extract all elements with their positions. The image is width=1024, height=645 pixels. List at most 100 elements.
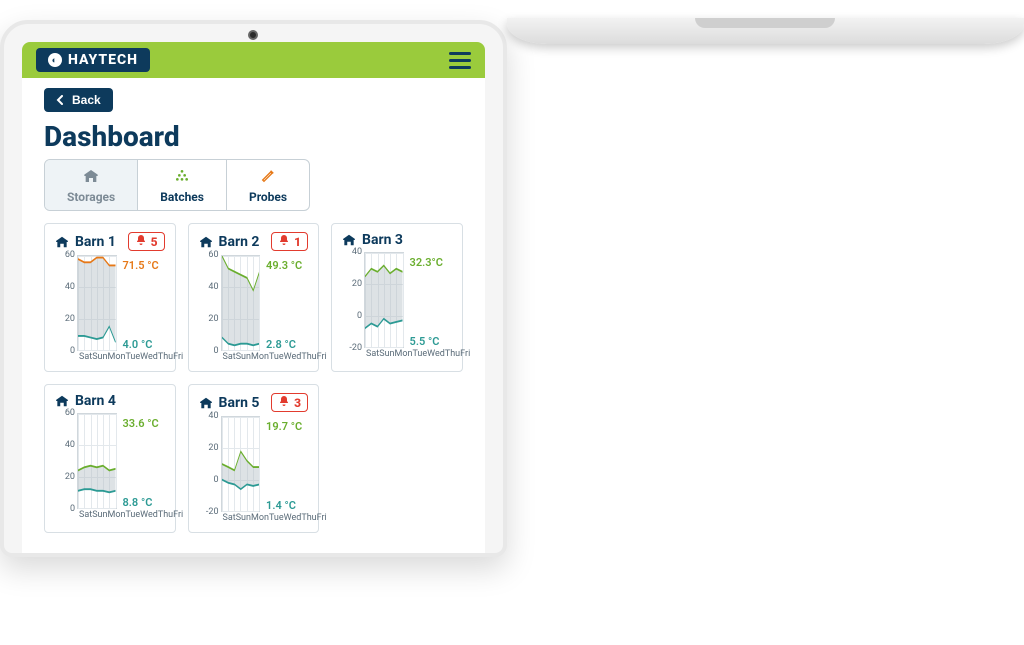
app-bar: ◐ HAYTECH: [22, 42, 485, 78]
page-body: Back Dashboard Storages Batches Probes B…: [22, 78, 485, 553]
y-axis: 0204060: [55, 255, 77, 351]
x-tick-label: Sat: [223, 513, 236, 526]
view-tabs: Storages Batches Probes: [44, 159, 310, 211]
arrow-left-icon: [56, 95, 66, 105]
barn-icon: [83, 168, 99, 187]
chart-body: 0204060 SatSunMonTueWedThuFri: [55, 255, 117, 365]
low-temp-label: 5.5 °C: [410, 335, 452, 348]
app-screen: ◐ HAYTECH Back Dashboard Storages Batche…: [22, 42, 485, 553]
alert-count: 5: [151, 235, 158, 249]
card-header: Barn 1 5: [55, 232, 165, 251]
storage-cards-grid: Barn 1 5 0204060 SatSunMonTueWedThuF: [44, 223, 463, 533]
tab-batches[interactable]: Batches: [138, 160, 227, 210]
bell-icon: [278, 234, 290, 249]
probe-icon: [260, 168, 276, 187]
x-tick-label: Sun: [92, 510, 107, 523]
x-tick-label: Sun: [379, 349, 394, 362]
card-header: Barn 2 1: [199, 232, 309, 251]
x-tick-label: Wed: [140, 510, 158, 523]
x-axis: SatSunMonTueWedThuFri: [221, 512, 261, 526]
tab-storages[interactable]: Storages: [45, 160, 138, 210]
alert-count: 1: [294, 235, 301, 249]
chart-svg: [365, 253, 403, 347]
x-tick-label: Sat: [366, 349, 379, 362]
x-tick-label: Thu: [445, 349, 460, 362]
back-label: Back: [72, 93, 101, 107]
card-title-text: Barn 2: [219, 234, 260, 250]
x-axis: SatSunMonTueWedThuFri: [77, 509, 117, 523]
x-tick-label: Tue: [412, 349, 427, 362]
page-title: Dashboard: [44, 120, 463, 153]
chart: 0204060 SatSunMonTueWedThuFri 49.3 °C 2.…: [199, 255, 309, 365]
x-tick-label: Mon: [395, 349, 413, 362]
hamburger-menu-icon[interactable]: [449, 52, 471, 69]
x-tick-label: Sat: [79, 510, 92, 523]
x-tick-label: Tue: [125, 352, 140, 365]
plot-area: [77, 255, 117, 351]
tab-label: Batches: [160, 190, 204, 204]
temperature-readouts: 33.6 °C 8.8 °C: [123, 413, 165, 523]
barn-icon: [199, 396, 213, 410]
x-tick-label: Tue: [125, 510, 140, 523]
high-temp-label: 33.6 °C: [123, 417, 165, 430]
storage-card[interactable]: Barn 2 1 0204060 SatSunMonTueWedThuF: [188, 223, 320, 372]
chart: 0204060 SatSunMonTueWedThuFri 71.5 °C 4.…: [55, 255, 165, 365]
x-tick-label: Mon: [251, 352, 269, 365]
x-tick-label: Mon: [107, 510, 125, 523]
plot-area: [221, 416, 261, 512]
x-tick-label: Mon: [107, 352, 125, 365]
tab-label: Probes: [249, 190, 287, 204]
card-title-text: Barn 1: [75, 234, 116, 250]
chart-svg: [78, 256, 116, 350]
chart-body: 0204060 SatSunMonTueWedThuFri: [199, 255, 261, 365]
barn-icon: [55, 235, 69, 249]
camera-dot: [248, 30, 258, 40]
stack-icon: [174, 168, 190, 187]
x-tick-label: Sat: [79, 352, 92, 365]
x-tick-label: Tue: [269, 352, 284, 365]
card-title: Barn 4: [55, 393, 116, 409]
brand-logo[interactable]: ◐ HAYTECH: [36, 48, 150, 72]
x-tick-label: Mon: [251, 513, 269, 526]
card-title: Barn 2: [199, 234, 260, 250]
tab-label: Storages: [67, 190, 115, 204]
laptop-frame: ◐ HAYTECH Back Dashboard Storages Batche…: [0, 20, 507, 557]
x-tick-label: Sun: [236, 352, 251, 365]
chart-svg: [78, 414, 116, 508]
x-tick-label: Fri: [173, 510, 183, 523]
y-axis: 0204060: [199, 255, 221, 351]
temperature-readouts: 71.5 °C 4.0 °C: [123, 255, 165, 365]
plot-area: [77, 413, 117, 509]
plot-area: [221, 255, 261, 351]
chart-svg: [222, 256, 260, 350]
low-temp-label: 1.4 °C: [266, 499, 308, 512]
back-button[interactable]: Back: [44, 88, 113, 112]
high-temp-label: 32.3°C: [410, 256, 452, 269]
low-temp-label: 2.8 °C: [266, 338, 308, 351]
card-title-text: Barn 3: [362, 232, 403, 248]
storage-card[interactable]: Barn 5 3 -2002040 SatSunMonTueWedThu: [188, 384, 320, 533]
x-tick-label: Fri: [173, 352, 183, 365]
storage-card[interactable]: Barn 3 -2002040 SatSunMonTueWedThuFri 32…: [331, 223, 463, 372]
bell-icon: [135, 234, 147, 249]
chart: 0204060 SatSunMonTueWedThuFri 33.6 °C 8.…: [55, 413, 165, 523]
x-tick-label: Thu: [301, 352, 316, 365]
storage-card[interactable]: Barn 1 5 0204060 SatSunMonTueWedThuF: [44, 223, 176, 372]
card-title: Barn 5: [199, 395, 260, 411]
x-tick-label: Fri: [460, 349, 470, 362]
card-header: Barn 5 3: [199, 393, 309, 412]
tab-probes[interactable]: Probes: [227, 160, 309, 210]
alert-badge[interactable]: 3: [271, 393, 308, 412]
alert-badge[interactable]: 1: [271, 232, 308, 251]
brand-text: HAYTECH: [68, 52, 138, 68]
storage-card[interactable]: Barn 4 0204060 SatSunMonTueWedThuFri 33.…: [44, 384, 176, 533]
brand-mark-icon: ◐: [48, 53, 62, 67]
barn-icon: [55, 394, 69, 408]
alert-badge[interactable]: 5: [128, 232, 165, 251]
y-axis: -2002040: [342, 252, 364, 348]
card-header: Barn 3: [342, 232, 452, 248]
x-tick-label: Wed: [427, 349, 445, 362]
chart-svg: [222, 417, 260, 511]
x-tick-label: Sun: [92, 352, 107, 365]
x-tick-label: Tue: [269, 513, 284, 526]
